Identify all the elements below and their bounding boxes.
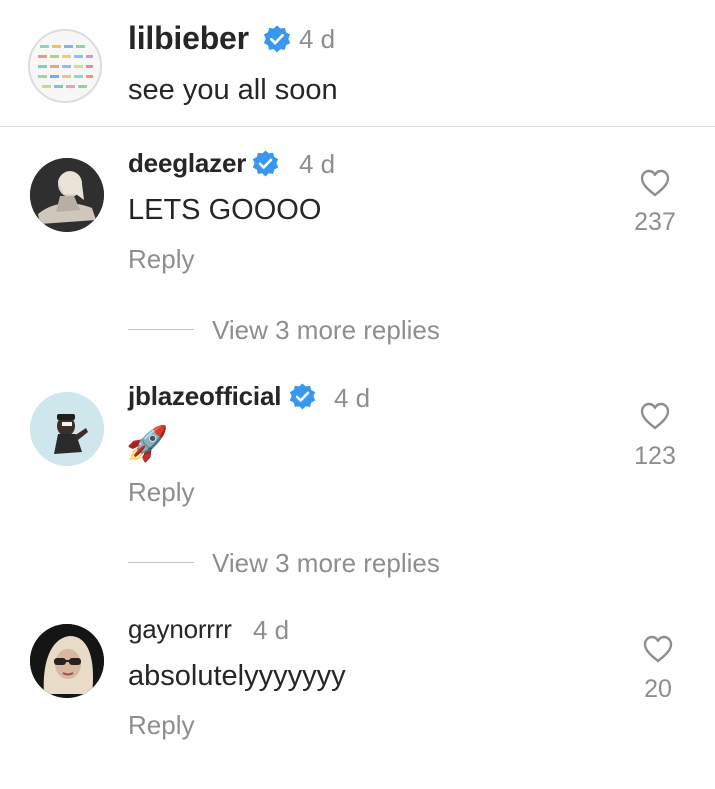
comment-time: 4 d (299, 149, 336, 179)
comment-time: 4 d (334, 383, 371, 413)
comment-text: 🚀 (126, 425, 169, 463)
like-count: 237 (634, 208, 676, 236)
reply-button[interactable]: Reply (128, 244, 194, 275)
comments-screen: lilbieber 4 d see you all soon deeglazer… (0, 0, 715, 789)
caption-divider (0, 126, 715, 127)
avatar-photo (30, 158, 104, 232)
like-count: 123 (634, 442, 676, 470)
view-more-replies-button[interactable]: View 3 more replies (212, 315, 440, 346)
like-count: 20 (644, 675, 672, 703)
comment-avatar[interactable] (30, 624, 104, 698)
verified-badge-icon (263, 25, 291, 53)
verified-badge-icon (252, 150, 279, 177)
heart-icon[interactable] (639, 168, 671, 198)
heart-icon[interactable] (642, 634, 674, 664)
heart-icon[interactable] (639, 401, 671, 431)
view-more-replies-button[interactable]: View 3 more replies (212, 548, 440, 579)
comment-avatar[interactable] (30, 158, 104, 232)
comment-username[interactable]: gaynorrrr (128, 614, 232, 645)
comment-text: LETS GOOOO (128, 194, 322, 226)
comment-username[interactable]: deeglazer (128, 148, 246, 179)
view-replies-line (128, 329, 194, 330)
comment-avatar[interactable] (30, 392, 104, 466)
verified-badge-icon (289, 383, 316, 410)
avatar-photo (30, 392, 104, 466)
comment-username[interactable]: jblazeofficial (128, 381, 281, 412)
sneaker-grid-image (30, 31, 100, 101)
caption-time: 4 d (299, 24, 336, 54)
caption-username[interactable]: lilbieber (128, 20, 249, 57)
comment-text: absolutelyyyyyyy (128, 660, 346, 692)
reply-button[interactable]: Reply (128, 710, 194, 741)
comment-time: 4 d (253, 615, 290, 645)
caption-avatar[interactable] (28, 29, 102, 103)
reply-button[interactable]: Reply (128, 477, 194, 508)
avatar-photo (30, 624, 104, 698)
caption-text: see you all soon (128, 74, 338, 106)
view-replies-line (128, 562, 194, 563)
